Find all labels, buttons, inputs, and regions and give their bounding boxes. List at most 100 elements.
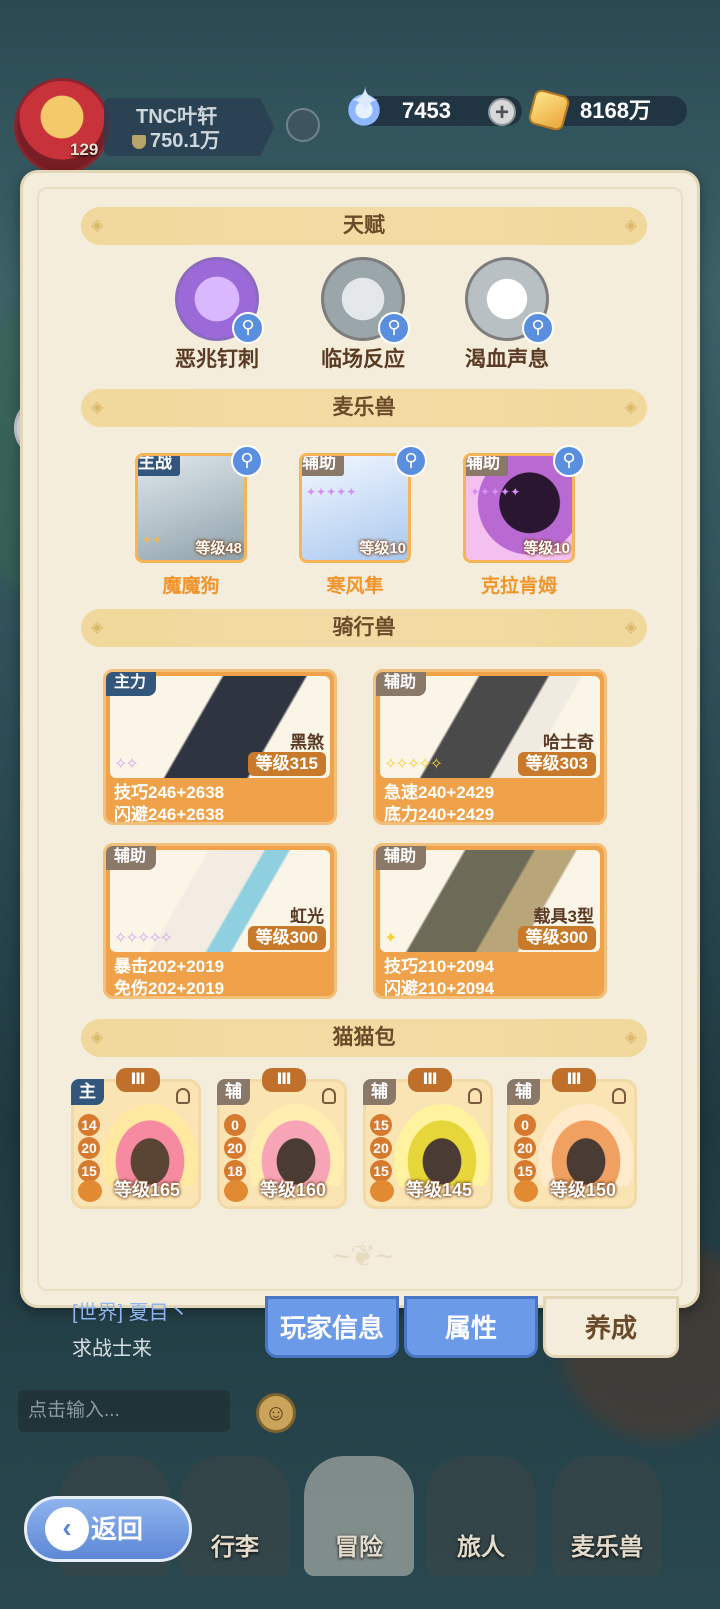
tab-attributes[interactable]: 属性 xyxy=(404,1296,538,1358)
cat-tier-badge: Ⅲ xyxy=(262,1068,306,1092)
add-gem-button[interactable]: + xyxy=(488,98,516,126)
pet-role-badge: 辅助 xyxy=(466,456,508,476)
nav-traveler[interactable]: 旅人 xyxy=(426,1456,536,1576)
ride-card-1[interactable]: 主力 黑煞 ✧✧ 等级315 技巧246+2638 闪避246+2638 xyxy=(103,669,337,825)
magnifier-icon[interactable]: ⚲ xyxy=(378,312,410,344)
talent-3[interactable]: ⚲ 渴血声息 xyxy=(437,257,577,373)
magnifier-icon[interactable]: ⚲ xyxy=(553,445,585,477)
ride-stat-2: 闪避210+2094 xyxy=(384,979,495,998)
cat-pack-image xyxy=(248,1104,344,1186)
cat-attributes: 0 20 18 xyxy=(224,1114,246,1183)
cat-level: 等级145 xyxy=(406,1180,473,1200)
magnifier-icon[interactable]: ⚲ xyxy=(395,445,427,477)
lock-icon[interactable] xyxy=(612,1088,626,1104)
ride-level: 等级300 xyxy=(247,926,326,950)
ride-card-2[interactable]: 辅助 哈士奇 ✧✧✧✧✧ 等级303 急速240+2429 底力240+2429 xyxy=(373,669,607,825)
cat-role-badge: 辅 xyxy=(217,1079,250,1105)
cat-tier-badge: Ⅲ xyxy=(116,1068,160,1092)
lock-icon[interactable] xyxy=(176,1088,190,1104)
pet-card-1[interactable]: 主战 ✦✦ 等级48 ⚲ 魔魔狗 xyxy=(121,445,263,598)
cat-pack-1[interactable]: 主 Ⅲ 14 20 15 等级165 xyxy=(71,1068,201,1209)
cat-attributes: 15 20 15 xyxy=(370,1114,392,1183)
cat-attr-3: 15 xyxy=(514,1160,536,1182)
cat-tier-badge: Ⅲ xyxy=(408,1068,452,1092)
shield-icon xyxy=(132,134,146,149)
tab-player-info[interactable]: 玩家信息 xyxy=(265,1296,399,1358)
magnifier-icon[interactable]: ⚲ xyxy=(232,312,264,344)
cat-pack-4[interactable]: 辅 Ⅲ 0 20 15 等级150 xyxy=(507,1068,637,1209)
profile-panel: 天赋 ⚲ 恶兆钉刺 ⚲ 临场反应 ⚲ 渴血声息 麦乐兽 主战 ✦✦ 等级48 ⚲… xyxy=(20,170,700,1308)
cat-attributes: 14 20 15 xyxy=(78,1114,100,1183)
tab-growth[interactable]: 养成 xyxy=(543,1296,679,1358)
cat-role-badge: 辅 xyxy=(507,1079,540,1105)
cat-tier-badge: Ⅲ xyxy=(552,1068,596,1092)
cat-role-badge: 主 xyxy=(71,1079,104,1105)
pet-level: 等级10 xyxy=(359,540,406,557)
chat-input[interactable]: 点击输入... xyxy=(18,1390,230,1432)
gem-amount: 7453 xyxy=(402,98,451,123)
paw-icon xyxy=(514,1180,538,1202)
bloodthirst-talent-icon: ⚲ xyxy=(465,257,554,344)
lock-icon[interactable] xyxy=(322,1088,336,1104)
back-label: 返回 xyxy=(91,1514,144,1544)
back-arrow-icon: ‹ xyxy=(45,1507,89,1551)
nav-bag-label: 行李 xyxy=(211,1534,259,1561)
cat-attr-2: 20 xyxy=(224,1137,246,1159)
cat-attr-3: 15 xyxy=(370,1160,392,1182)
paw-icon xyxy=(370,1180,394,1202)
cat-attributes: 0 20 15 xyxy=(514,1114,536,1183)
back-button[interactable]: ‹ 返回 xyxy=(24,1496,192,1562)
ride-level: 等级300 xyxy=(517,926,596,950)
ride-name: 哈士奇 xyxy=(543,733,594,752)
gold-counter: 8168万 xyxy=(526,87,687,133)
ride-level: 等级315 xyxy=(247,752,326,776)
gem-counter: 7453 + xyxy=(344,86,522,130)
gold-amount: 8168万 xyxy=(580,98,651,123)
nav-adventure[interactable]: 冒险 xyxy=(304,1456,414,1576)
cat-pack-image xyxy=(538,1104,634,1186)
nav-bag[interactable]: 行李 xyxy=(180,1456,290,1576)
pet-stars: ✦✦✦✦✦ xyxy=(306,485,357,499)
spike-talent-icon: ⚲ xyxy=(175,257,264,344)
cat-attr-1: 15 xyxy=(370,1114,392,1136)
cat-level: 等级165 xyxy=(114,1180,181,1200)
guild-crest-icon[interactable] xyxy=(286,108,320,142)
pet-card-3[interactable]: 辅助 ✦✦✦✦✦ 等级10 ⚲ 克拉肯姆 xyxy=(449,445,589,598)
player-level: 129 xyxy=(70,140,99,159)
chat-message: 求战士来 xyxy=(72,1338,152,1360)
ride-card-4[interactable]: 辅助 载具3型 ✦ 等级300 技巧210+2094 闪避210+2094 xyxy=(373,843,607,999)
ride-role-badge: 主力 xyxy=(106,672,157,696)
ride-card-3[interactable]: 辅助 虹光 ✧✧✧✧✧ 等级300 暴击202+2019 免伤202+2019 xyxy=(103,843,337,999)
nav-traveler-label: 旅人 xyxy=(457,1534,505,1561)
ride-name: 虹光 xyxy=(290,907,324,926)
reaction-talent-icon: ⚲ xyxy=(321,257,410,344)
pet-card-2[interactable]: 辅助 ✦✦✦✦✦ 等级10 ⚲ 寒风隼 xyxy=(285,445,427,598)
ride-name: 载具3型 xyxy=(533,907,594,926)
cat-attr-2: 20 xyxy=(370,1137,392,1159)
chat-sender: [世界] 夏目丶 xyxy=(72,1302,189,1324)
pet-portrait: 主战 ✦✦ 等级48 xyxy=(135,453,247,563)
pet-name: 克拉肯姆 xyxy=(480,576,557,597)
cat-pack-3[interactable]: 辅 Ⅲ 15 20 15 等级145 xyxy=(363,1068,493,1209)
nav-adventure-label: 冒险 xyxy=(335,1534,383,1561)
talent-1[interactable]: ⚲ 恶兆钉刺 xyxy=(147,257,287,373)
cat-ornament-icon: ~❦~ xyxy=(332,1240,394,1273)
cat-role-badge: 辅 xyxy=(363,1079,396,1105)
nav-mailebeast[interactable]: 麦乐兽 xyxy=(552,1456,662,1576)
ride-name: 黑煞 xyxy=(290,733,324,752)
cat-pack-2[interactable]: 辅 Ⅲ 0 20 18 等级160 xyxy=(217,1068,347,1209)
magnifier-icon[interactable]: ⚲ xyxy=(231,445,263,477)
cat-pack-image xyxy=(394,1104,490,1186)
paw-icon xyxy=(224,1180,248,1202)
talent-2[interactable]: ⚲ 临场反应 xyxy=(293,257,433,373)
emoji-button[interactable]: ☺ xyxy=(256,1393,296,1433)
ride-stat-2: 底力240+2429 xyxy=(384,805,495,824)
talent-name: 恶兆钉刺 xyxy=(175,348,259,371)
lock-icon[interactable] xyxy=(468,1088,482,1104)
ride-role-badge: 辅助 xyxy=(106,846,157,870)
top-bar: 129 TNC叶轩 750.1万 7453 + 8168万 xyxy=(0,70,720,174)
nav-mailebeast-label: 麦乐兽 xyxy=(571,1534,643,1561)
cat-pack-image xyxy=(102,1104,198,1186)
talent-name: 渴血声息 xyxy=(465,348,549,371)
magnifier-icon[interactable]: ⚲ xyxy=(522,312,554,344)
